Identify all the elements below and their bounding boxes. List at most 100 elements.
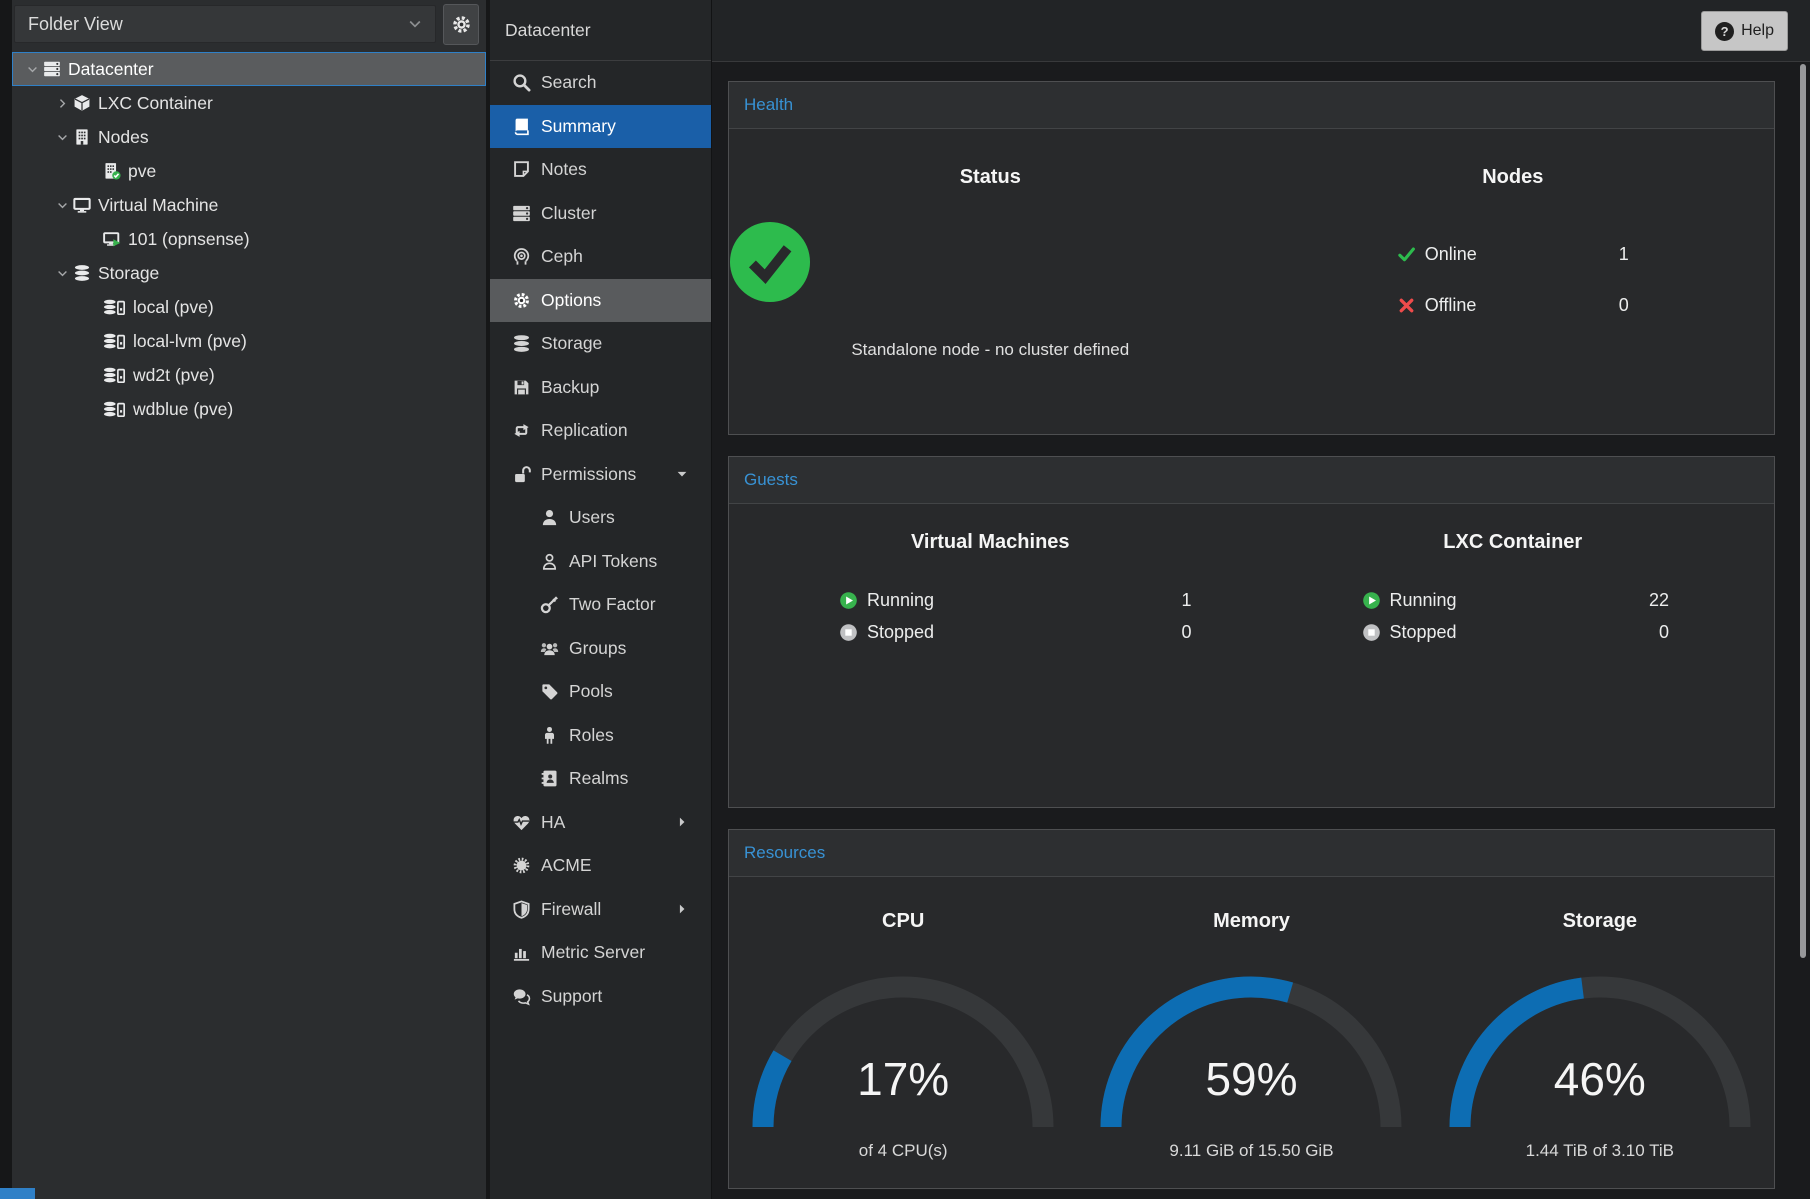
tag-icon <box>540 682 559 701</box>
help-button[interactable]: ? Help <box>1701 11 1788 51</box>
storage-entry-icon <box>103 298 126 316</box>
menu-item-users[interactable]: Users <box>490 496 711 540</box>
caret-spacer <box>81 392 103 426</box>
menu-item-ha[interactable]: HA <box>490 801 711 845</box>
vertical-scrollbar[interactable] <box>1798 62 1808 1199</box>
tree-caret-down-icon[interactable] <box>51 120 73 154</box>
menu-panel-title: Datacenter <box>490 0 711 61</box>
check-icon <box>1397 245 1416 264</box>
expand-arrow-right-icon[interactable] <box>675 815 689 829</box>
storage-heading: Storage <box>1426 907 1774 935</box>
menu-item-api-tokens[interactable]: API Tokens <box>490 540 711 584</box>
lxc-stopped-row: Stopped 0 <box>1362 616 1670 648</box>
key-icon <box>540 595 559 614</box>
lxc-running-label: Running <box>1390 590 1457 611</box>
resource-tree: DatacenterLXC ContainerNodes pve Virtual M… <box>12 52 486 426</box>
menu-item-permissions[interactable]: Permissions <box>490 453 711 497</box>
database-icon <box>512 334 531 353</box>
tree-item-wd2t-pve[interactable]: wd2t (pve) <box>12 358 486 392</box>
cluster-icon <box>512 204 531 223</box>
virtual-machines-column: Virtual Machines Running 1 Stopped 0 <box>729 528 1252 807</box>
menu-item-options[interactable]: Options <box>490 279 711 323</box>
tree-item-virtual-machine[interactable]: Virtual Machine <box>12 188 486 222</box>
storage-gauge: 46% <box>1438 963 1762 1138</box>
health-panel-title: Health <box>729 95 793 115</box>
view-mode-select[interactable]: Folder View <box>14 5 436 43</box>
menu-item-roles[interactable]: Roles <box>490 714 711 758</box>
health-panel-header: Health <box>729 82 1774 129</box>
expand-arrow-right-icon[interactable] <box>675 902 689 916</box>
tree-caret-down-icon[interactable] <box>51 256 73 290</box>
menu-item-storage[interactable]: Storage <box>490 322 711 366</box>
tree-item-pve[interactable]: pve <box>12 154 486 188</box>
menu-item-backup[interactable]: Backup <box>490 366 711 410</box>
caret-spacer <box>81 324 103 358</box>
users-icon <box>540 639 559 658</box>
lxc-running-row: Running 22 <box>1362 584 1670 616</box>
tree-item-storage[interactable]: Storage <box>12 256 486 290</box>
menu-item-acme[interactable]: ACME <box>490 844 711 888</box>
menu-item-realms[interactable]: Realms <box>490 757 711 801</box>
caret-spacer <box>81 358 103 392</box>
menu-item-replication[interactable]: Replication <box>490 409 711 453</box>
menu-item-groups[interactable]: Groups <box>490 627 711 671</box>
tree-item-nodes[interactable]: Nodes <box>12 120 486 154</box>
chevron-down-icon <box>407 16 423 32</box>
play-circle-icon <box>1362 591 1381 610</box>
tree-item-label: pve <box>128 161 156 182</box>
tree-item-wdblue-pve[interactable]: wdblue (pve) <box>12 392 486 426</box>
vm-stopped-value: 0 <box>1181 622 1191 643</box>
menu-item-label: API Tokens <box>569 551 657 572</box>
storage-entry-icon <box>103 366 126 384</box>
tree-item-101-opnsense[interactable]: 101 (opnsense) <box>12 222 486 256</box>
lxc-stopped-label: Stopped <box>1390 622 1457 643</box>
replication-icon <box>512 421 531 440</box>
cluster-status-message: Standalone node - no cluster defined <box>729 338 1252 362</box>
user-icon <box>540 508 559 527</box>
vm-stopped-row: Stopped 0 <box>839 616 1192 648</box>
menu-item-pools[interactable]: Pools <box>490 670 711 714</box>
vm-stopped-label: Stopped <box>867 622 934 643</box>
menu-item-firewall[interactable]: Firewall <box>490 888 711 932</box>
menu-item-cluster[interactable]: Cluster <box>490 192 711 236</box>
person-icon <box>540 726 559 745</box>
tree-item-datacenter[interactable]: Datacenter <box>12 52 486 86</box>
content-header: ? Help <box>712 0 1810 62</box>
menu-item-ceph[interactable]: Ceph <box>490 235 711 279</box>
storage-entry-icon <box>103 332 126 350</box>
scrollbar-thumb[interactable] <box>1800 64 1806 958</box>
user-outline-icon <box>540 552 559 571</box>
tree-item-local-pve[interactable]: local (pve) <box>12 290 486 324</box>
expand-arrow-down-icon[interactable] <box>675 467 689 481</box>
tree-caret-down-icon[interactable] <box>51 188 73 222</box>
splitter-handle[interactable] <box>0 1188 35 1199</box>
storage-percent: 46% <box>1438 1054 1762 1104</box>
memory-sub-label: 9.11 GiB of 15.50 GiB <box>1077 1140 1425 1162</box>
menu-item-label: Storage <box>541 333 602 354</box>
tree-item-lxc-container[interactable]: LXC Container <box>12 86 486 120</box>
monitor-icon <box>73 196 91 214</box>
menu-item-two-factor[interactable]: Two Factor <box>490 583 711 627</box>
menu-item-label: Cluster <box>541 203 596 224</box>
menu-item-search[interactable]: Search <box>490 61 711 105</box>
menu-item-metric-server[interactable]: Metric Server <box>490 931 711 975</box>
tree-item-local-lvm-pve[interactable]: local-lvm (pve) <box>12 324 486 358</box>
stop-circle-icon <box>839 623 858 642</box>
menu-item-summary[interactable]: Summary <box>490 105 711 149</box>
question-circle-icon: ? <box>1715 22 1734 41</box>
menu-item-support[interactable]: Support <box>490 975 711 1019</box>
menu-item-label: Groups <box>569 638 626 659</box>
book-icon <box>512 117 531 136</box>
unlock-icon <box>512 465 531 484</box>
tree-settings-button[interactable] <box>443 4 479 45</box>
vm-running-value: 1 <box>1181 590 1191 611</box>
tree-caret-down-icon[interactable] <box>21 52 43 86</box>
caret-spacer <box>81 290 103 324</box>
tree-item-label: 101 (opnsense) <box>128 229 250 250</box>
lxc-rows: Running 22 Stopped 0 <box>1252 584 1775 648</box>
guests-panel-header: Guests <box>729 457 1774 504</box>
shield-icon <box>512 900 531 919</box>
address-book-icon <box>540 769 559 788</box>
menu-item-notes[interactable]: Notes <box>490 148 711 192</box>
tree-caret-right-icon[interactable] <box>51 86 73 120</box>
